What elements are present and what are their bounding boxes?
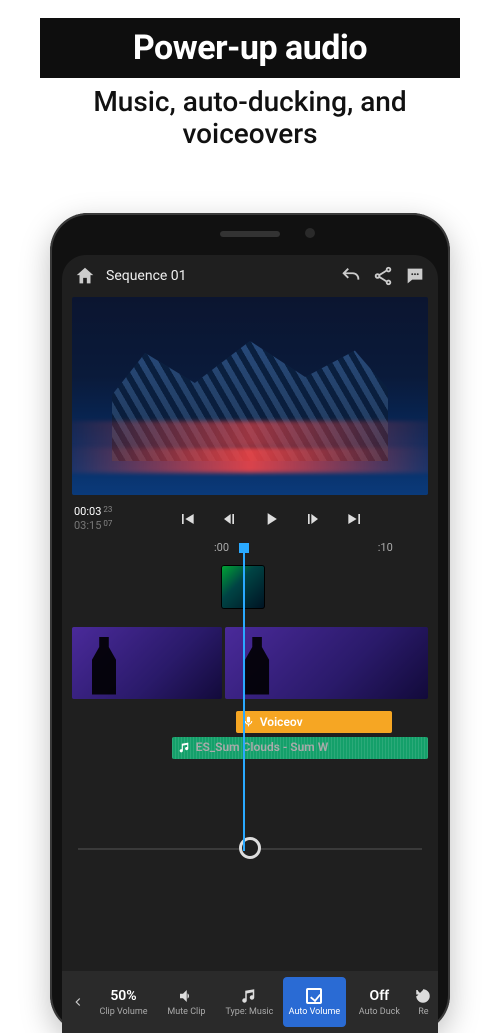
music-clip[interactable]: ES_Sum Clouds - Sum W [172,737,428,759]
video-clip[interactable] [225,627,428,699]
video-track[interactable] [72,627,428,701]
check-icon [306,988,322,1004]
undo-icon[interactable] [340,265,362,287]
reset-icon [414,986,432,1006]
skip-end-icon[interactable] [345,509,365,529]
timecode: 00:0323 03:1507 [74,505,112,533]
tool-clip-volume[interactable]: 50% Clip Volume [92,971,155,1033]
home-icon[interactable] [74,265,96,287]
tool-mute-clip[interactable]: Mute Clip [155,971,218,1033]
zoom-scrubber[interactable] [78,833,422,863]
time-ruler[interactable]: :00 :10 [72,541,428,561]
tool-reset[interactable]: Re [411,971,436,1033]
voiceover-clip[interactable]: Voiceov [236,711,393,733]
phone-frame: Sequence 01 00:0323 03:1507 [50,213,450,1033]
frame-forward-icon[interactable] [303,509,323,529]
app-header: Sequence 01 [62,255,438,295]
music-note-icon [240,986,258,1006]
ruler-tick: :00 [214,541,229,554]
feedback-icon[interactable] [404,265,426,287]
audio-tracks[interactable]: Voiceov ES_Sum Clouds - Sum W [72,711,428,763]
frame-back-icon[interactable] [219,509,239,529]
transport-bar: 00:0323 03:1507 [62,499,438,537]
voiceover-label: Voiceov [260,715,303,729]
promo-subtitle: Music, auto-ducking, and voiceovers [0,86,500,164]
share-icon[interactable] [372,265,394,287]
ruler-tick: :10 [378,541,393,554]
volume-icon [177,986,195,1006]
play-icon[interactable] [261,509,281,529]
tool-type-music[interactable]: Type: Music [218,971,281,1033]
tool-auto-duck[interactable]: Off Auto Duck [348,971,411,1033]
toolbar-prev[interactable] [64,971,92,1033]
playhead[interactable] [243,545,245,851]
app-screen: Sequence 01 00:0323 03:1507 [62,255,438,1033]
skip-start-icon[interactable] [177,509,197,529]
music-label: ES_Sum Clouds - Sum W [196,741,329,754]
video-preview[interactable] [72,297,428,495]
tool-auto-volume[interactable]: Auto Volume [283,977,346,1027]
audio-toolbar: 50% Clip Volume Mute Clip Type: Music Au… [62,971,438,1033]
sequence-title: Sequence 01 [106,268,187,284]
timeline[interactable]: Voiceov ES_Sum Clouds - Sum W [72,565,428,815]
phone-speaker [220,231,280,237]
phone-camera [305,228,315,238]
video-clip[interactable] [72,627,222,699]
overlay-track[interactable] [72,565,428,621]
promo-title: Power-up audio [40,18,460,78]
